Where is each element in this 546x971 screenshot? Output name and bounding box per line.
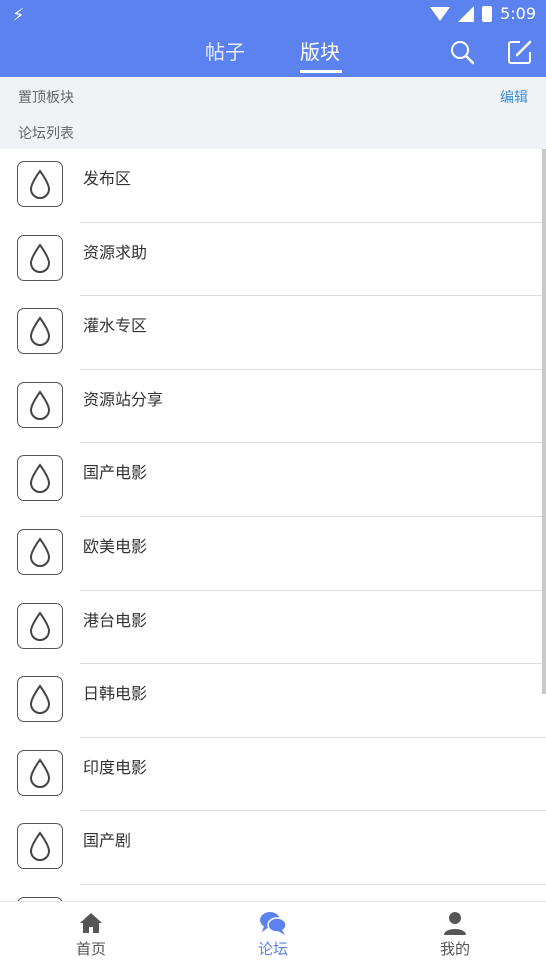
status-bar: ⚡ 5:09	[0, 0, 546, 30]
list-item-title: 灌水专区	[83, 316, 148, 336]
list-item-title: 资源求助	[83, 242, 148, 262]
list-item[interactable]: 资源求助	[0, 223, 546, 297]
tab-posts[interactable]: 帖子	[205, 36, 245, 65]
flash-icon: ⚡	[12, 5, 25, 26]
list-item[interactable]: 国产电影	[0, 443, 546, 517]
status-time: 5:09	[500, 4, 536, 23]
app-header: 帖子 版块	[0, 30, 546, 77]
drop-icon	[17, 308, 63, 355]
list-item-title: 港台电影	[83, 610, 148, 630]
drop-icon	[17, 455, 63, 502]
list-item[interactable]	[0, 885, 546, 901]
forum-list-header: 论坛列表	[0, 113, 546, 149]
drop-icon	[17, 676, 63, 723]
drop-icon	[17, 381, 63, 428]
edit-pinned-link[interactable]: 编辑	[500, 87, 528, 107]
status-icons: 5:09	[430, 4, 536, 23]
list-item-title: 印度电影	[83, 757, 148, 777]
wifi-icon	[430, 6, 451, 21]
list-item-title: 欧美电影	[83, 536, 148, 556]
list-item[interactable]: 发布区	[0, 149, 546, 223]
nav-home[interactable]: 首页	[51, 910, 131, 959]
tab-boards[interactable]: 版块	[300, 36, 340, 65]
drop-icon	[17, 602, 63, 649]
pinned-label: 置顶板块	[18, 90, 74, 106]
search-icon[interactable]	[448, 38, 476, 66]
list-item[interactable]: 日韩电影	[0, 664, 546, 738]
signal-icon	[458, 5, 475, 22]
list-item-title: 国产电影	[83, 463, 148, 483]
nav-home-label: 首页	[75, 940, 106, 958]
user-icon	[444, 912, 466, 935]
list-item[interactable]: 港台电影	[0, 591, 546, 665]
nav-me-label: 我的	[439, 940, 470, 958]
list-item[interactable]: 国产剧	[0, 811, 546, 885]
home-icon	[80, 913, 102, 933]
battery-icon	[482, 5, 493, 22]
list-item[interactable]: 灌水专区	[0, 296, 546, 370]
edit-icon[interactable]	[506, 38, 534, 66]
chat-icon	[260, 912, 287, 935]
pinned-section: 置顶板块 编辑	[0, 77, 546, 113]
scrollbar[interactable]	[542, 149, 546, 694]
list-item-title: 日韩电影	[83, 684, 148, 704]
nav-forum-label: 论坛	[257, 940, 288, 958]
drop-icon	[17, 528, 63, 575]
forum-list-label: 论坛列表	[18, 126, 74, 142]
drop-icon	[17, 749, 63, 796]
forum-list[interactable]: 发布区 资源求助 灌水专区 资源站分享 国产电影 欧美电影 港台电影 日韩电影 …	[0, 149, 546, 901]
list-item-title: 资源站分享	[83, 389, 164, 409]
list-item[interactable]: 欧美电影	[0, 517, 546, 591]
list-item-title: 国产剧	[83, 831, 132, 851]
list-item[interactable]: 印度电影	[0, 738, 546, 812]
drop-icon	[17, 823, 63, 870]
nav-me[interactable]: 我的	[415, 910, 495, 959]
bottom-nav: 首页 论坛 我的	[0, 901, 546, 971]
drop-icon	[17, 161, 63, 207]
drop-icon	[17, 234, 63, 281]
list-item[interactable]: 资源站分享	[0, 370, 546, 444]
active-tab-indicator	[300, 70, 342, 73]
nav-forum[interactable]: 论坛	[233, 910, 313, 959]
list-item-title: 发布区	[83, 169, 132, 188]
